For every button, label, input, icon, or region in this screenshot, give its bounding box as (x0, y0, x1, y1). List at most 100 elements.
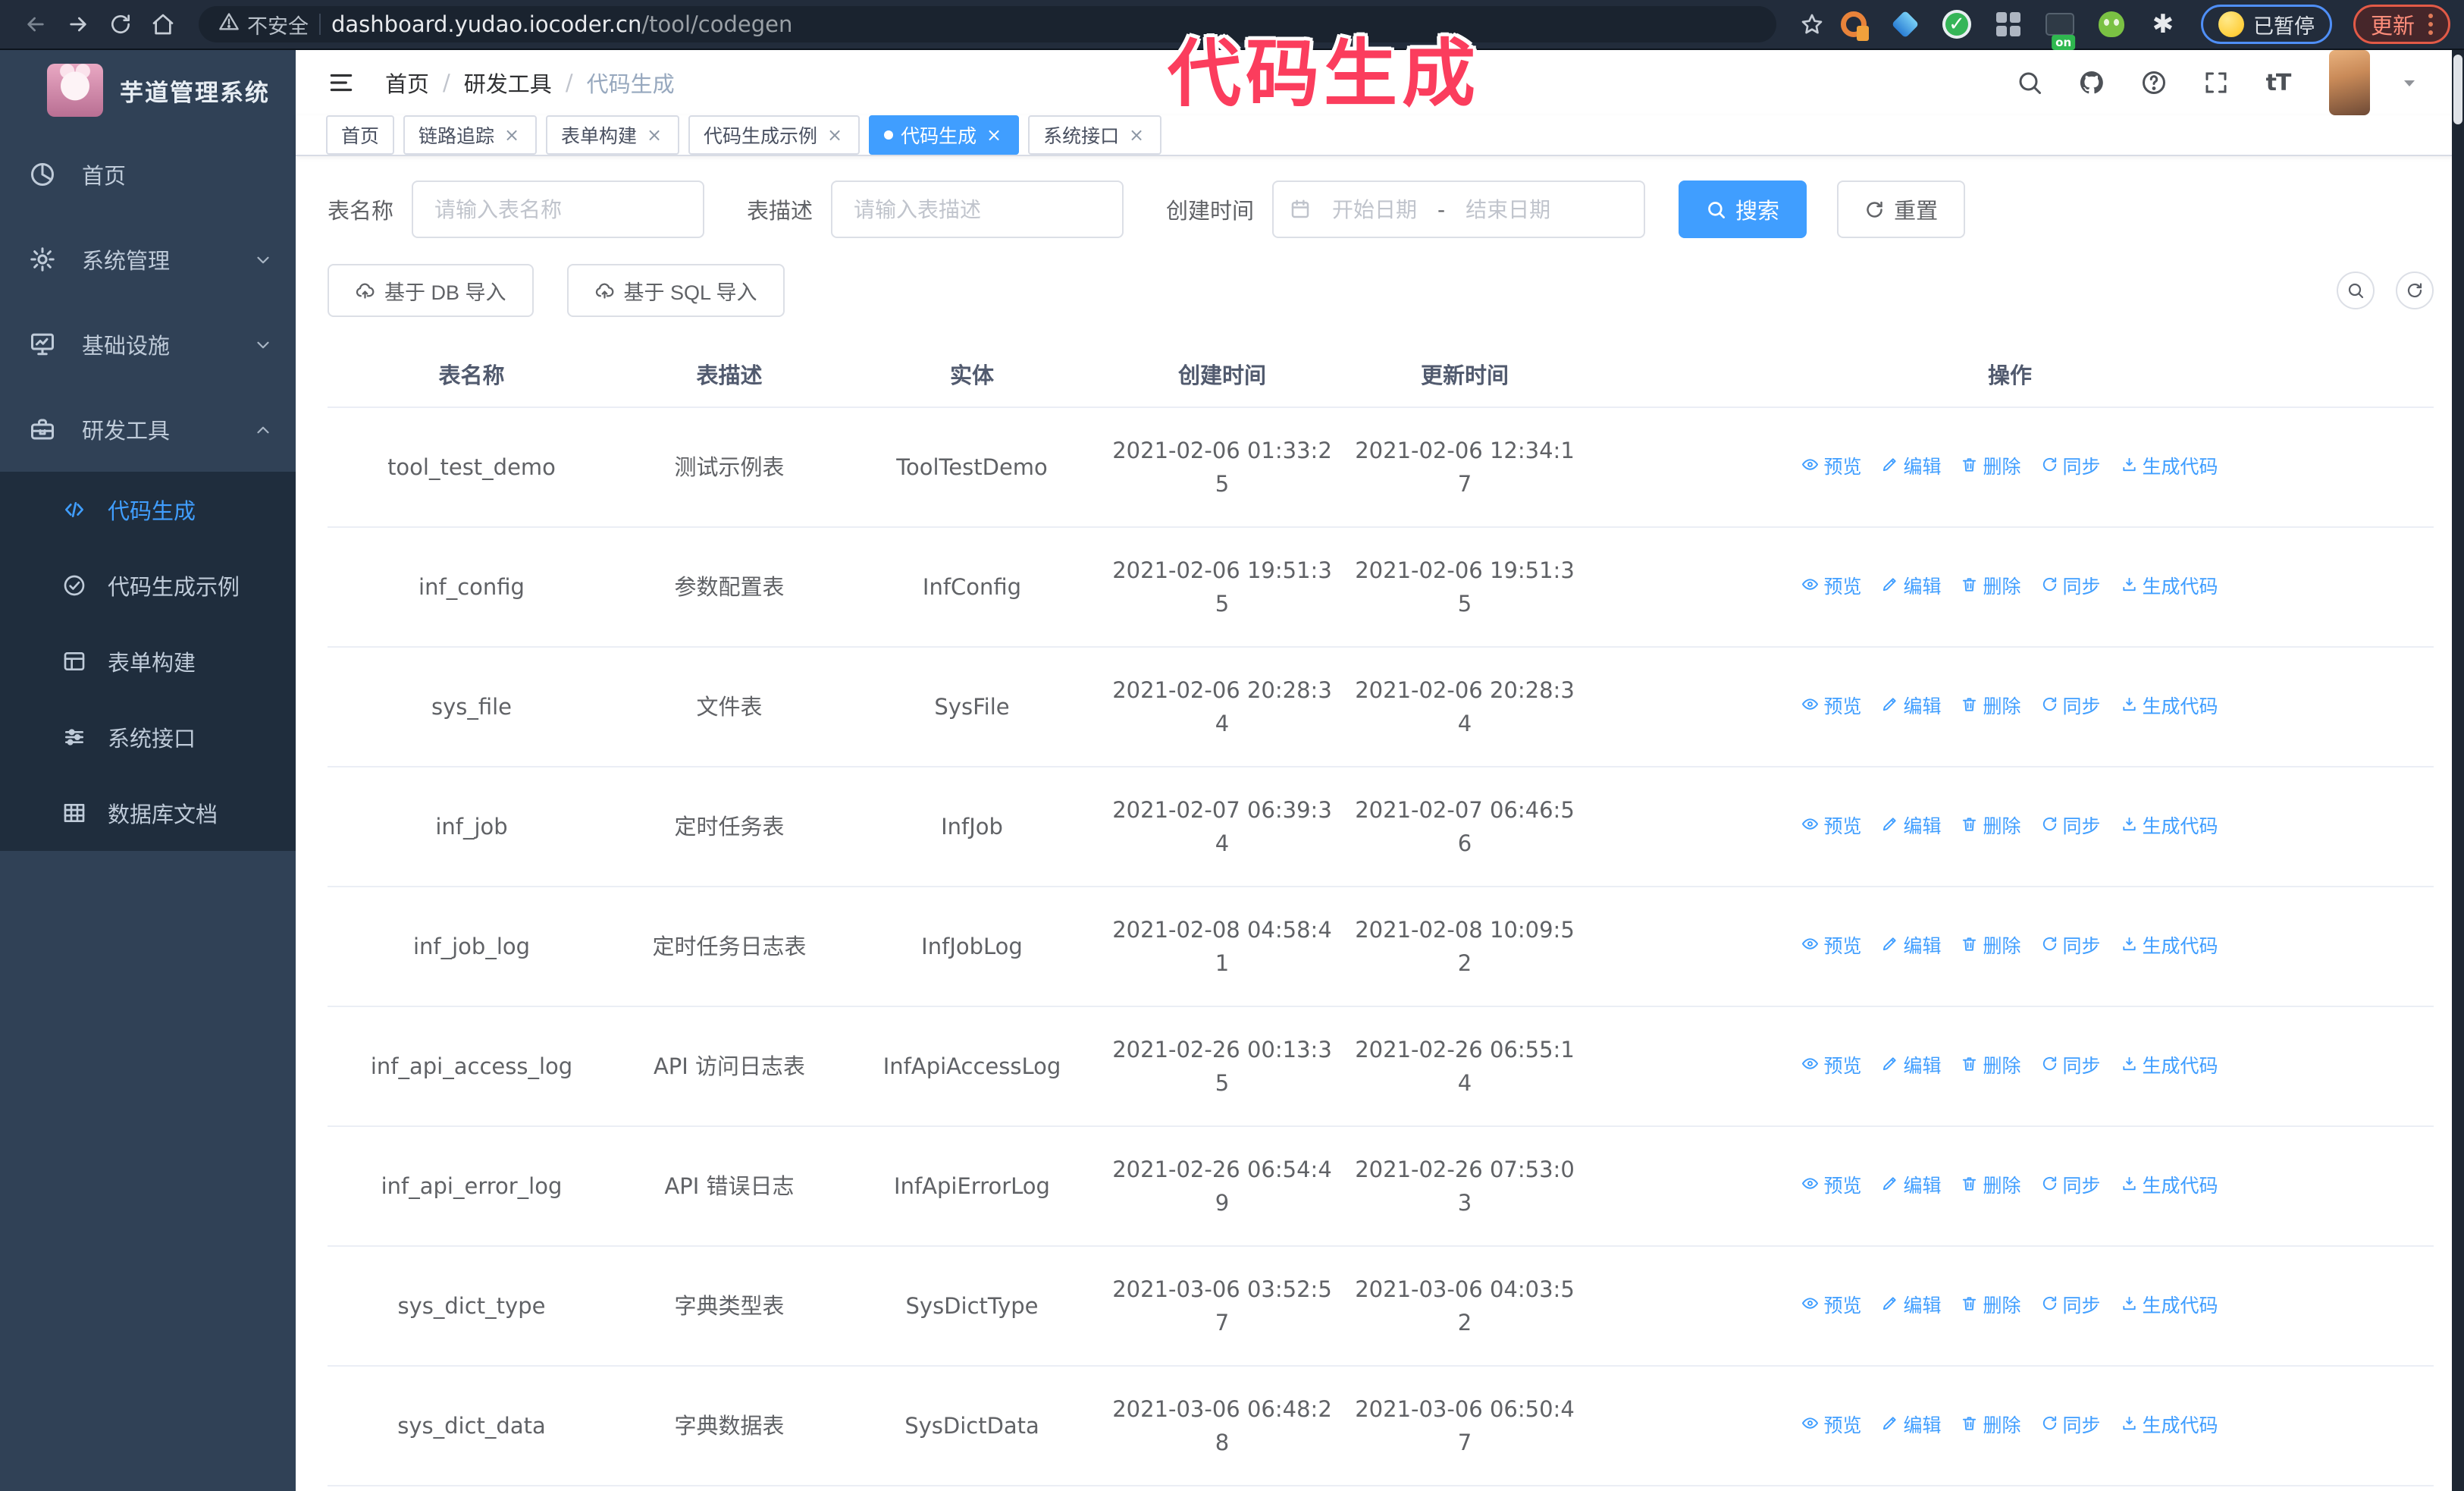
table-row[interactable]: inf_job_log 定时任务日志表 InfJobLog 2021-02-08 04… (328, 887, 2434, 1007)
action-eye[interactable]: 预览 (1801, 450, 1861, 484)
tab[interactable]: 代码生成示例 × (688, 115, 861, 155)
action-delete[interactable]: 删除 (1961, 930, 2021, 963)
app-logo[interactable]: 芋道管理系统 (0, 50, 296, 130)
action-download[interactable]: 生成代码 (2121, 690, 2218, 724)
action-sync[interactable]: 同步 (2041, 1409, 2101, 1442)
menu-dots-icon[interactable] (2428, 14, 2433, 35)
fullscreen-icon[interactable] (2200, 67, 2232, 99)
action-sync[interactable]: 同步 (2041, 1289, 2101, 1323)
action-eye[interactable]: 预览 (1801, 1050, 1861, 1083)
action-edit[interactable]: 编辑 (1881, 570, 1941, 604)
action-download[interactable]: 生成代码 (2121, 1050, 2218, 1083)
action-delete[interactable]: 删除 (1961, 450, 2021, 484)
hamburger-icon[interactable] (324, 66, 358, 99)
action-delete[interactable]: 删除 (1961, 570, 2021, 604)
table-row[interactable]: tool_test_demo 测试示例表 ToolTestDemo 2021-02-0… (328, 407, 2434, 528)
extension-icon[interactable] (2095, 8, 2128, 41)
action-edit[interactable]: 编辑 (1881, 1409, 1941, 1442)
action-edit[interactable]: 编辑 (1881, 690, 1941, 724)
action-eye[interactable]: 预览 (1801, 570, 1861, 604)
action-sync[interactable]: 同步 (2041, 930, 2101, 963)
action-download[interactable]: 生成代码 (2121, 1169, 2218, 1203)
tab[interactable]: 代码生成 × (869, 115, 1020, 155)
breadcrumb-item[interactable]: 首页 (385, 67, 429, 99)
action-sync[interactable]: 同步 (2041, 690, 2101, 724)
action-edit[interactable]: 编辑 (1881, 810, 1941, 843)
action-edit[interactable]: 编辑 (1881, 1169, 1941, 1203)
table-row[interactable]: inf_file文件表InfFile2021-03-13 09:43:20202… (328, 1486, 2434, 1491)
home-icon[interactable] (146, 7, 180, 42)
import-db-button[interactable]: 基于 DB 导入 (328, 264, 534, 317)
caret-down-icon[interactable] (2400, 74, 2419, 92)
end-date-input[interactable] (1451, 196, 1566, 222)
github-icon[interactable] (2076, 67, 2108, 99)
extension-icon[interactable] (1992, 8, 2025, 41)
action-download[interactable]: 生成代码 (2121, 810, 2218, 843)
paused-badge[interactable]: 已暂停 (2200, 5, 2332, 44)
action-eye[interactable]: 预览 (1801, 1409, 1861, 1442)
action-eye[interactable]: 预览 (1801, 1289, 1861, 1323)
breadcrumb-item[interactable]: 研发工具 (464, 67, 552, 99)
action-delete[interactable]: 删除 (1961, 810, 2021, 843)
action-eye[interactable]: 预览 (1801, 930, 1861, 963)
table-row[interactable]: sys_dict_data 字典数据表 SysDictData 2021-03-06 … (328, 1366, 2434, 1486)
refresh-table-button[interactable] (2396, 272, 2434, 309)
action-sync[interactable]: 同步 (2041, 450, 2101, 484)
extension-icon[interactable] (1837, 8, 1870, 41)
reset-button[interactable]: 重置 (1837, 180, 1966, 238)
action-edit[interactable]: 编辑 (1881, 1050, 1941, 1083)
puzzle-extension-icon[interactable]: ✱ (2146, 8, 2180, 41)
action-delete[interactable]: 删除 (1961, 690, 2021, 724)
table-name-input[interactable] (412, 180, 705, 238)
action-download[interactable]: 生成代码 (2121, 930, 2218, 963)
action-download[interactable]: 生成代码 (2121, 1409, 2218, 1442)
update-button[interactable]: 更新 (2353, 5, 2450, 44)
reload-icon[interactable] (103, 7, 138, 42)
search-icon[interactable] (2014, 67, 2045, 99)
help-icon[interactable] (2138, 67, 2170, 99)
action-sync[interactable]: 同步 (2041, 1169, 2101, 1203)
action-delete[interactable]: 删除 (1961, 1409, 2021, 1442)
close-icon[interactable]: × (984, 124, 1004, 146)
tab[interactable]: 表单构建 × (546, 115, 680, 155)
date-range-picker[interactable]: - (1272, 180, 1646, 238)
sidebar-subitem[interactable]: 表单构建 (0, 623, 296, 699)
font-size-icon[interactable]: tT (2262, 67, 2294, 99)
toggle-search-button[interactable] (2337, 272, 2375, 309)
table-row[interactable]: inf_api_error_log API 错误日志 InfApiErrorLog 2… (328, 1126, 2434, 1247)
security-warning[interactable]: 不安全 (218, 10, 309, 39)
back-icon[interactable] (18, 7, 53, 42)
action-delete[interactable]: 删除 (1961, 1169, 2021, 1203)
action-edit[interactable]: 编辑 (1881, 450, 1941, 484)
tab[interactable]: 首页 (326, 115, 395, 155)
table-row[interactable]: sys_file 文件表 SysFile 2021-02-06 20:28:34 202… (328, 647, 2434, 767)
tab[interactable]: 链路追踪 × (403, 115, 538, 155)
action-edit[interactable]: 编辑 (1881, 930, 1941, 963)
action-sync[interactable]: 同步 (2041, 570, 2101, 604)
close-icon[interactable]: × (1127, 124, 1146, 146)
action-sync[interactable]: 同步 (2041, 810, 2101, 843)
table-desc-input[interactable] (831, 180, 1124, 238)
sidebar-subitem[interactable]: 数据库文档 (0, 775, 296, 851)
extension-icon[interactable] (1889, 8, 1922, 41)
close-icon[interactable]: × (644, 124, 664, 146)
start-date-input[interactable] (1318, 196, 1432, 222)
action-eye[interactable]: 预览 (1801, 1169, 1861, 1203)
sidebar-subitem[interactable]: 系统接口 (0, 699, 296, 775)
action-download[interactable]: 生成代码 (2121, 1289, 2218, 1323)
sidebar-item[interactable]: 研发工具 (0, 387, 296, 472)
sidebar-item[interactable]: 首页 (0, 132, 296, 217)
sidebar-subitem[interactable]: 代码生成 (0, 472, 296, 548)
tab[interactable]: 系统接口 × (1028, 115, 1162, 155)
action-download[interactable]: 生成代码 (2121, 450, 2218, 484)
scrollbar[interactable] (2452, 50, 2464, 1491)
url-bar[interactable]: 不安全 dashboard.yudao.iocoder.cn/tool/code… (199, 6, 1776, 42)
search-button[interactable]: 搜索 (1679, 180, 1807, 238)
action-edit[interactable]: 编辑 (1881, 1289, 1941, 1323)
table-row[interactable]: sys_dict_type 字典类型表 SysDictType 2021-03-06 … (328, 1246, 2434, 1367)
action-download[interactable]: 生成代码 (2121, 570, 2218, 604)
sidebar-item[interactable]: 基础设施 (0, 302, 296, 387)
table-row[interactable]: inf_config 参数配置表 InfConfig 2021-02-06 19:51… (328, 527, 2434, 648)
action-delete[interactable]: 删除 (1961, 1050, 2021, 1083)
action-eye[interactable]: 预览 (1801, 810, 1861, 843)
